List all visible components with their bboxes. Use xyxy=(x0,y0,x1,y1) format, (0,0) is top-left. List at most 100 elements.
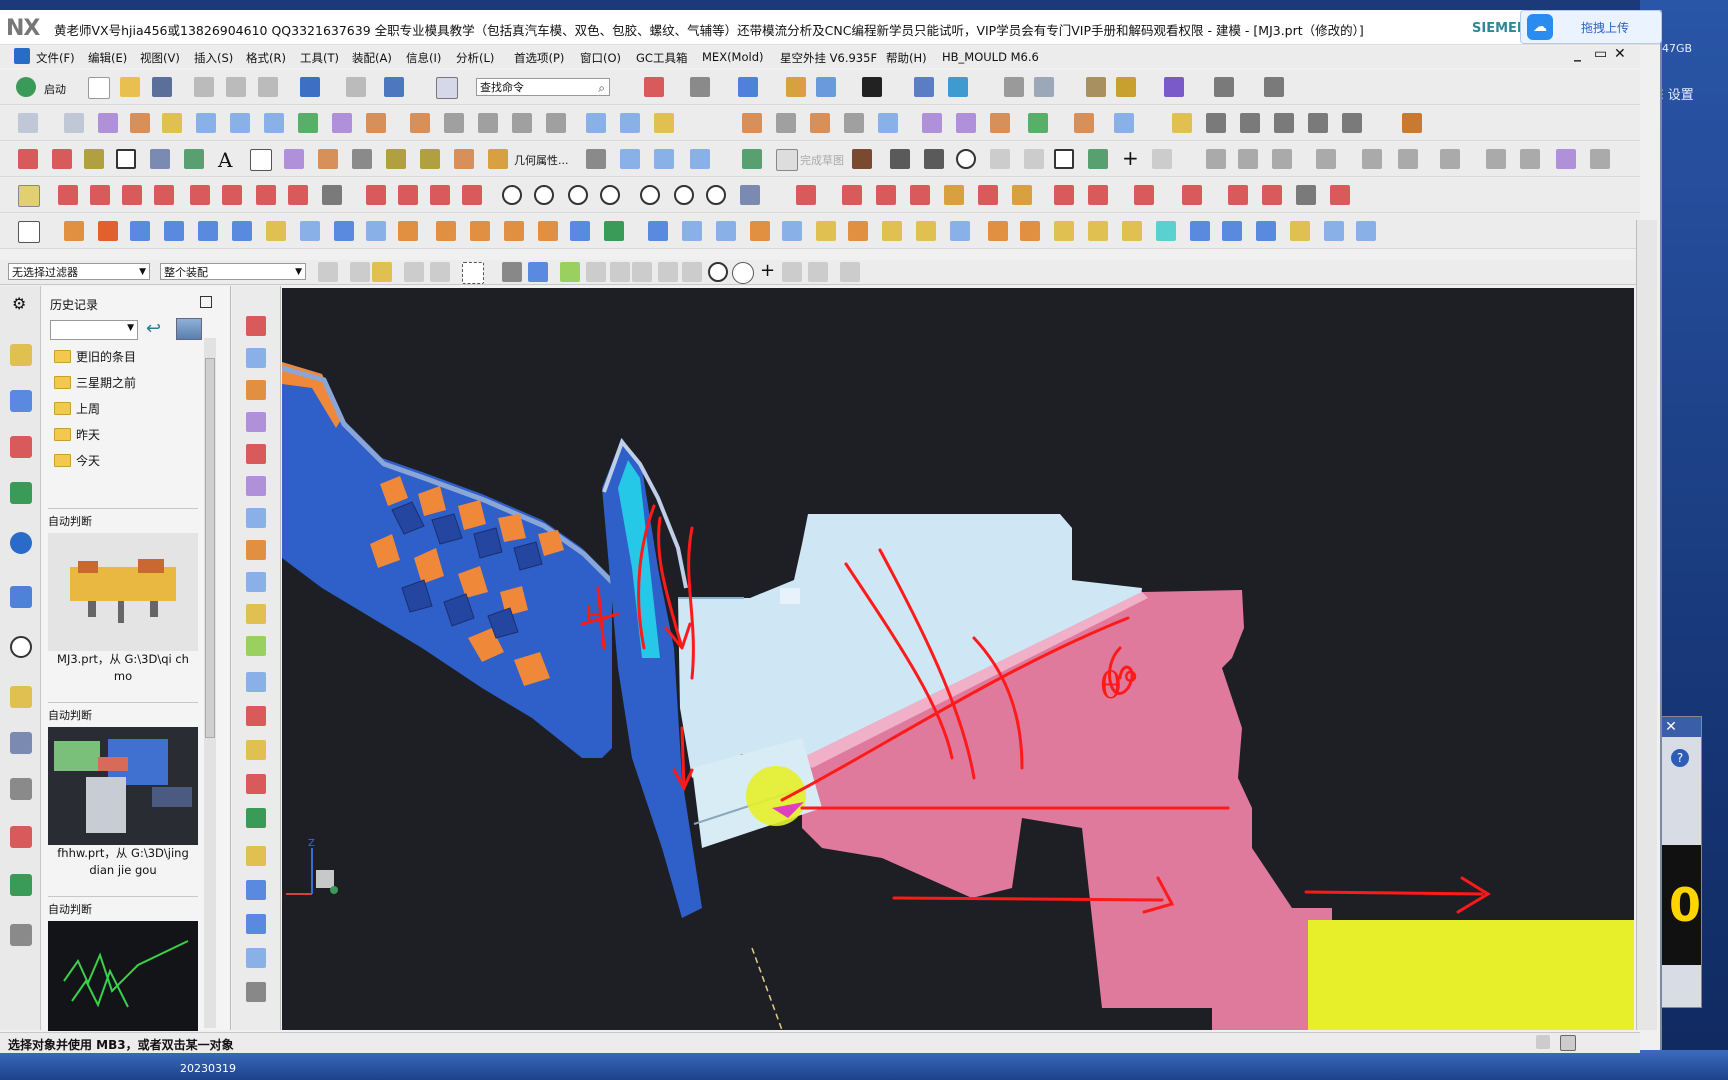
minimize-button[interactable]: _ xyxy=(1574,46,1581,62)
mold-tool-2-icon[interactable] xyxy=(842,185,862,205)
surface-tool-11-icon[interactable] xyxy=(366,113,386,133)
analysis-tool-13-icon[interactable] xyxy=(430,185,450,205)
menu-edit[interactable]: 编辑(E) xyxy=(88,50,127,66)
snap-control-icon[interactable] xyxy=(610,262,630,282)
menu-preferences[interactable]: 首选项(P) xyxy=(514,50,564,66)
history-clock-icon[interactable] xyxy=(10,636,32,658)
surface-tool-26-icon[interactable] xyxy=(956,113,976,133)
feature-tool-29-icon[interactable] xyxy=(988,221,1008,241)
part-thumbnail[interactable] xyxy=(48,921,198,1039)
surface-tool-8-icon[interactable] xyxy=(264,113,284,133)
surface-tool-5-icon[interactable] xyxy=(162,113,182,133)
circle-icon[interactable] xyxy=(84,149,104,169)
profile-icon[interactable] xyxy=(852,149,872,169)
v-tool-8-icon[interactable] xyxy=(246,540,266,560)
analysis-tool-6-icon[interactable] xyxy=(190,185,210,205)
assembly-scope-dropdown[interactable]: 整个装配 ▼ xyxy=(160,263,306,280)
feature-tool-31-icon[interactable] xyxy=(1054,221,1074,241)
feature-tool-19-icon[interactable] xyxy=(648,221,668,241)
search-icon[interactable]: ⌕ xyxy=(598,79,605,97)
selection-tool-7-icon[interactable] xyxy=(528,262,548,282)
paste-icon[interactable] xyxy=(258,77,278,97)
part-thumbnail[interactable] xyxy=(48,533,198,651)
snap-tangent-icon[interactable] xyxy=(658,262,678,282)
analysis-tool-12-icon[interactable] xyxy=(398,185,418,205)
resource-tool-3-icon[interactable] xyxy=(10,924,32,946)
menu-window[interactable]: 窗口(O) xyxy=(580,50,621,66)
system-materials-icon[interactable] xyxy=(10,686,32,708)
save-icon[interactable] xyxy=(152,77,172,97)
feature-tool-13-icon[interactable] xyxy=(436,221,456,241)
sketch-arc-icon[interactable] xyxy=(924,149,944,169)
dimension-icon[interactable] xyxy=(1214,77,1234,97)
status-icon-1[interactable] xyxy=(1536,1035,1550,1049)
quick-trim-icon[interactable] xyxy=(1206,149,1226,169)
history-scrollbar[interactable] xyxy=(204,338,216,1028)
make-corner-icon[interactable] xyxy=(1272,149,1292,169)
v-tool-18-icon[interactable] xyxy=(246,880,266,900)
mold-tool-3-icon[interactable] xyxy=(876,185,896,205)
analysis-tool-11-icon[interactable] xyxy=(366,185,386,205)
surface-tool-37-icon[interactable] xyxy=(1402,113,1422,133)
sketch-tool-x2-icon[interactable] xyxy=(1520,149,1540,169)
copy-icon[interactable] xyxy=(226,77,246,97)
render-style-icon[interactable] xyxy=(738,77,758,97)
divide-icon[interactable] xyxy=(654,149,674,169)
selection-tool-3-icon[interactable] xyxy=(372,262,392,282)
feature-tool-14-icon[interactable] xyxy=(470,221,490,241)
surface-tool-23-icon[interactable] xyxy=(844,113,864,133)
surface-tool-21-icon[interactable] xyxy=(776,113,796,133)
selection-tool-4-icon[interactable] xyxy=(404,262,424,282)
close-button[interactable]: ✕ xyxy=(1614,46,1626,62)
feature-tool-39-icon[interactable] xyxy=(1324,221,1344,241)
sketch-spline-icon[interactable] xyxy=(1088,149,1108,169)
arc-icon[interactable] xyxy=(52,149,72,169)
menu-format[interactable]: 格式(R) xyxy=(246,50,286,66)
sketch-point-icon[interactable]: + xyxy=(1122,146,1139,170)
history-entry[interactable]: 自动判断 xyxy=(48,896,198,1039)
feature-tool-11-icon[interactable] xyxy=(366,221,386,241)
finish-sketch-icon[interactable] xyxy=(776,149,798,171)
menu-insert[interactable]: 插入(S) xyxy=(194,50,233,66)
v-tool-11-icon[interactable] xyxy=(246,636,266,656)
history-folder-last-week[interactable]: 上周 xyxy=(50,396,200,422)
surface-tool-29-icon[interactable] xyxy=(1074,113,1094,133)
undo-icon[interactable] xyxy=(300,77,320,97)
menu-analysis[interactable]: 分析(L) xyxy=(456,50,494,66)
surface-tool-32-icon[interactable] xyxy=(1206,113,1226,133)
project-curve-icon[interactable] xyxy=(284,149,304,169)
menu-view[interactable]: 视图(V) xyxy=(140,50,180,66)
resource-tool-1-icon[interactable] xyxy=(10,826,32,848)
snap-intersection-icon[interactable] xyxy=(632,262,652,282)
v-tool-5-icon[interactable] xyxy=(246,444,266,464)
sketch-icon[interactable] xyxy=(742,149,762,169)
mold-tool-5-icon[interactable] xyxy=(944,185,964,205)
circle-analysis-4-icon[interactable] xyxy=(600,185,620,205)
v-tool-15-icon[interactable] xyxy=(246,774,266,794)
find-command-input[interactable]: 查找命令 ⌕ xyxy=(476,78,610,96)
selection-tool-2-icon[interactable] xyxy=(350,262,370,282)
feature-tool-3-icon[interactable] xyxy=(98,221,118,241)
edit-curve-icon[interactable] xyxy=(690,149,710,169)
history-folder-yesterday[interactable]: 昨天 xyxy=(50,422,200,448)
mold-tool-11-icon[interactable] xyxy=(1182,185,1202,205)
menu-info[interactable]: 信息(I) xyxy=(406,50,441,66)
graphics-viewport[interactable]: H θ° X Z xyxy=(282,288,1634,1030)
feature-tool-2-icon[interactable] xyxy=(64,221,84,241)
surface-tool-28-icon[interactable] xyxy=(1028,113,1048,133)
menu-tools[interactable]: 工具(T) xyxy=(300,50,339,66)
spline-icon[interactable] xyxy=(150,149,170,169)
analysis-tool-4-icon[interactable] xyxy=(122,185,142,205)
surface-tool-2-icon[interactable] xyxy=(64,113,84,133)
sketch-chamfer-icon[interactable] xyxy=(1024,149,1044,169)
analysis-tool-2-icon[interactable] xyxy=(58,185,78,205)
circle-analysis-2-icon[interactable] xyxy=(534,185,554,205)
analysis-tool-10-icon[interactable] xyxy=(322,185,342,205)
selection-tool-6-icon[interactable] xyxy=(502,262,522,282)
v-tool-1-icon[interactable] xyxy=(246,316,266,336)
analysis-tool-5-icon[interactable] xyxy=(154,185,174,205)
feature-tool-10-icon[interactable] xyxy=(334,221,354,241)
mold-tool-9-icon[interactable] xyxy=(1088,185,1108,205)
feature-tool-36-icon[interactable] xyxy=(1222,221,1242,241)
surface-tool-16-icon[interactable] xyxy=(546,113,566,133)
